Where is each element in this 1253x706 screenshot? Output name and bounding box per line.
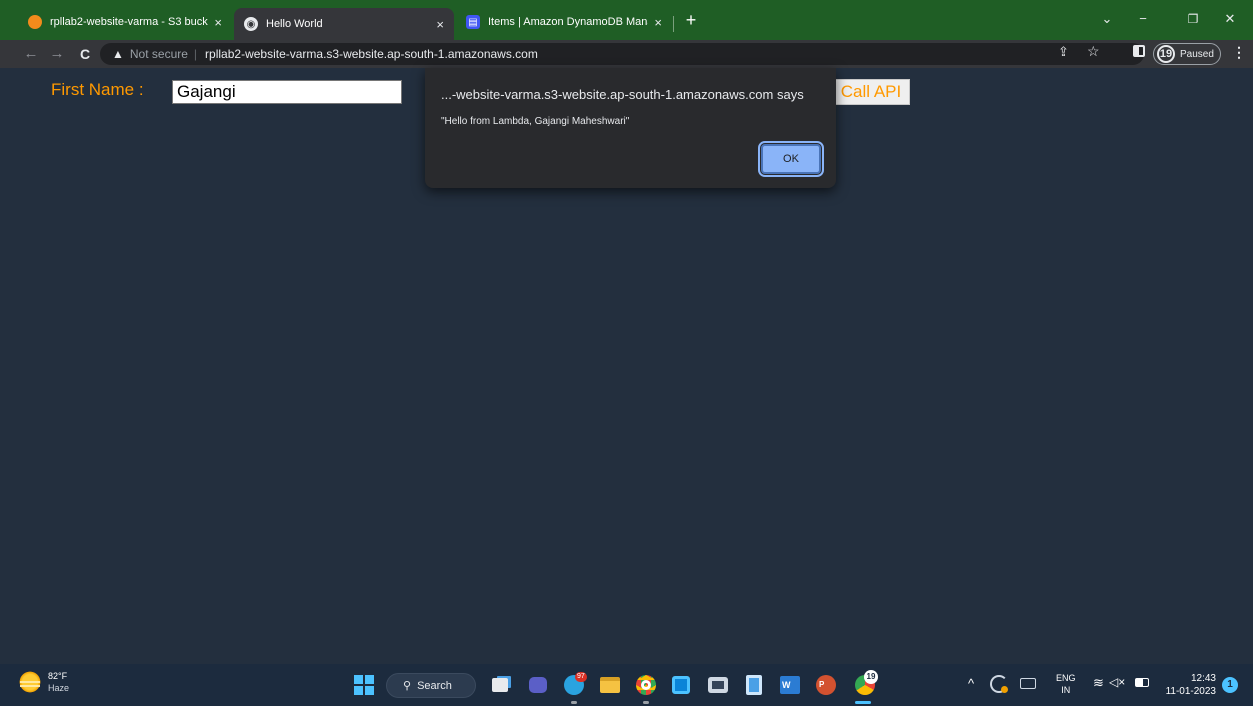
clock-time: 12:43: [1190, 673, 1216, 684]
battery-icon[interactable]: [1135, 678, 1149, 687]
region-code: IN: [1061, 685, 1071, 695]
dynamodb-favicon-icon: ▤: [466, 15, 480, 29]
chrome-profile-badge: 19: [864, 670, 878, 684]
tab-search-chevron-icon[interactable]: ⌄: [1095, 8, 1119, 30]
task-view-icon[interactable]: [488, 673, 512, 697]
word-icon[interactable]: W: [778, 673, 802, 697]
system-clock[interactable]: 12:43 11-01-2023: [1160, 672, 1216, 698]
profile-status: Paused: [1180, 48, 1214, 60]
camera-icon[interactable]: [706, 673, 730, 697]
volume-muted-icon[interactable]: ◁×: [1109, 675, 1125, 689]
language-code: ENG: [1056, 673, 1076, 683]
bookmark-star-icon[interactable]: ☆: [1087, 43, 1100, 60]
tab-s3-bucket[interactable]: rpllab2-website-varma - S3 bucke ×: [18, 8, 232, 36]
file-explorer-icon[interactable]: [598, 673, 622, 697]
alert-dialog: ...-website-varma.s3-website.ap-south-1.…: [425, 68, 836, 188]
tab-hello-world[interactable]: ◉ Hello World ×: [234, 8, 454, 40]
chrome-icon[interactable]: [634, 673, 658, 697]
running-indicator: [571, 701, 577, 704]
globe-favicon-icon: ◉: [244, 17, 258, 31]
search-icon: ⚲: [403, 680, 412, 692]
close-tab-icon[interactable]: ×: [654, 15, 662, 30]
tab-title: rpllab2-website-varma - S3 bucke: [50, 16, 209, 28]
first-name-input[interactable]: [172, 80, 402, 104]
address-bar[interactable]: ▲ Not secure | rpllab2-website-varma.s3-…: [100, 43, 1144, 65]
clock-date: 11-01-2023: [1165, 686, 1216, 697]
alert-ok-button[interactable]: OK: [758, 141, 824, 177]
address-separator: |: [193, 47, 198, 61]
kebab-menu-icon[interactable]: ⋮: [1232, 44, 1246, 61]
wifi-icon[interactable]: ≋: [1093, 675, 1104, 691]
forward-arrow-icon[interactable]: →: [46, 43, 68, 65]
language-indicator[interactable]: ENG IN: [1056, 672, 1076, 696]
notification-count-badge[interactable]: 1: [1222, 677, 1238, 693]
windows-start-icon[interactable]: [352, 673, 376, 697]
minimize-icon[interactable]: −: [1131, 8, 1155, 30]
profile-button[interactable]: 19 Paused: [1153, 43, 1221, 65]
first-name-label: First Name :: [51, 80, 144, 99]
sync-status-dot: [1001, 686, 1008, 693]
tab-title: Hello World: [266, 18, 323, 30]
weather-temperature: 82°F: [48, 671, 68, 681]
browser-tab-strip: rpllab2-website-varma - S3 bucke × ◉ Hel…: [0, 0, 1253, 40]
show-hidden-icons-chevron-icon[interactable]: ^: [968, 676, 974, 691]
aws-s3-favicon-icon: [28, 15, 42, 29]
weather-widget[interactable]: 82°F Haze: [18, 670, 69, 694]
close-tab-icon[interactable]: ×: [436, 17, 444, 32]
side-panel-icon[interactable]: [1133, 45, 1145, 57]
telegram-unread-badge: 97: [575, 672, 587, 682]
taskbar-search-label: Search: [417, 679, 452, 692]
weather-condition: Haze: [48, 683, 70, 693]
new-tab-button[interactable]: +: [680, 9, 702, 31]
tab-separator: [673, 16, 674, 32]
close-tab-icon[interactable]: ×: [214, 15, 222, 30]
close-window-icon[interactable]: ✕: [1218, 8, 1242, 30]
back-arrow-icon[interactable]: ←: [20, 43, 42, 65]
haze-weather-icon: [18, 670, 42, 694]
touch-keyboard-icon[interactable]: [1020, 678, 1036, 689]
reload-icon[interactable]: C: [74, 43, 96, 65]
running-indicator: [643, 701, 649, 704]
active-indicator: [855, 701, 871, 704]
notepad-icon[interactable]: [742, 673, 766, 697]
restore-icon[interactable]: ❐: [1181, 8, 1205, 30]
teams-chat-icon[interactable]: [526, 673, 550, 697]
call-api-button[interactable]: Call API: [832, 79, 910, 105]
tab-title: Items | Amazon DynamoDB Mana: [488, 16, 649, 28]
profile-avatar: 19: [1157, 45, 1175, 63]
alert-title: ...-website-varma.s3-website.ap-south-1.…: [441, 87, 804, 102]
windows-taskbar: 82°F Haze ⚲ Search 97 W P 19 ^ ENG IN ≋ …: [0, 664, 1253, 706]
weather-text: 82°F Haze: [48, 670, 69, 694]
powerpoint-icon[interactable]: P: [814, 673, 838, 697]
taskbar-search-box[interactable]: ⚲ Search: [386, 673, 476, 698]
share-icon[interactable]: ⇪: [1058, 44, 1069, 60]
security-status[interactable]: Not secure: [130, 47, 188, 61]
browser-toolbar: ← → C ▲ Not secure | rpllab2-website-var…: [0, 40, 1253, 68]
microsoft-store-icon[interactable]: [669, 673, 693, 697]
alert-message: "Hello from Lambda, Gajangi Maheshwari": [441, 116, 630, 127]
tab-dynamodb[interactable]: ▤ Items | Amazon DynamoDB Mana ×: [456, 8, 672, 36]
warning-icon[interactable]: ▲: [112, 47, 124, 61]
url-text[interactable]: rpllab2-website-varma.s3-website.ap-sout…: [205, 47, 538, 61]
